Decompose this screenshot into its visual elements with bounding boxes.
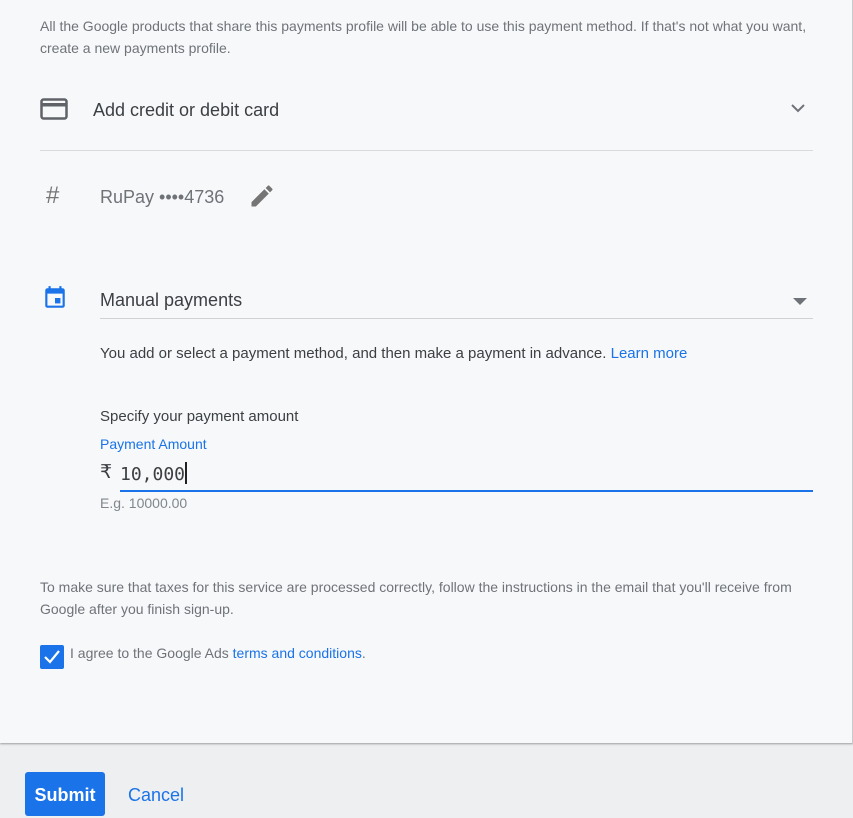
hash-icon: # <box>46 182 60 209</box>
payment-setting-select[interactable]: Manual payments <box>100 286 813 319</box>
amount-hint: E.g. 10000.00 <box>100 495 188 511</box>
agreement-suffix: . <box>361 645 366 661</box>
payment-amount-label: Payment Amount <box>100 436 207 452</box>
terms-link[interactable]: terms and conditions <box>233 645 362 661</box>
chevron-down-icon[interactable] <box>788 98 808 118</box>
credit-card-icon <box>40 98 68 120</box>
tax-notice: To make sure that taxes for this service… <box>40 579 792 617</box>
terms-agreement: I agree to the Google Ads terms and cond… <box>70 645 366 661</box>
add-card-label: Add credit or debit card <box>93 100 280 120</box>
payment-setting-description: You add or select a payment method, and … <box>100 345 687 362</box>
payment-amount-value: 10,000 <box>120 462 188 485</box>
amount-heading: Specify your payment amount <box>100 408 299 425</box>
terms-checkbox[interactable] <box>40 645 64 669</box>
learn-more-link[interactable]: Learn more <box>611 345 688 362</box>
saved-card-label: RuPay ••••4736 <box>100 187 225 207</box>
payments-profile-info: All the Google products that share this … <box>40 18 807 56</box>
pencil-icon[interactable] <box>248 182 276 210</box>
add-card-option[interactable]: Add credit or debit card <box>40 90 813 151</box>
checkmark-icon <box>44 650 60 664</box>
submit-button[interactable]: Submit <box>25 772 105 816</box>
payment-amount-input[interactable]: 10,000 <box>120 458 813 492</box>
text-cursor <box>185 462 188 484</box>
amount-text: 10,000 <box>120 464 186 485</box>
payment-form-card: All the Google products that share this … <box>0 0 853 743</box>
calendar-icon <box>45 286 65 308</box>
cancel-button[interactable]: Cancel <box>128 785 184 806</box>
agreement-text: I agree to the Google Ads <box>70 645 229 661</box>
payment-setting-value: Manual payments <box>100 290 243 310</box>
rupee-symbol: ₹ <box>100 462 113 483</box>
dropdown-arrow-icon <box>793 298 807 305</box>
description-text: You add or select a payment method, and … <box>100 345 607 362</box>
